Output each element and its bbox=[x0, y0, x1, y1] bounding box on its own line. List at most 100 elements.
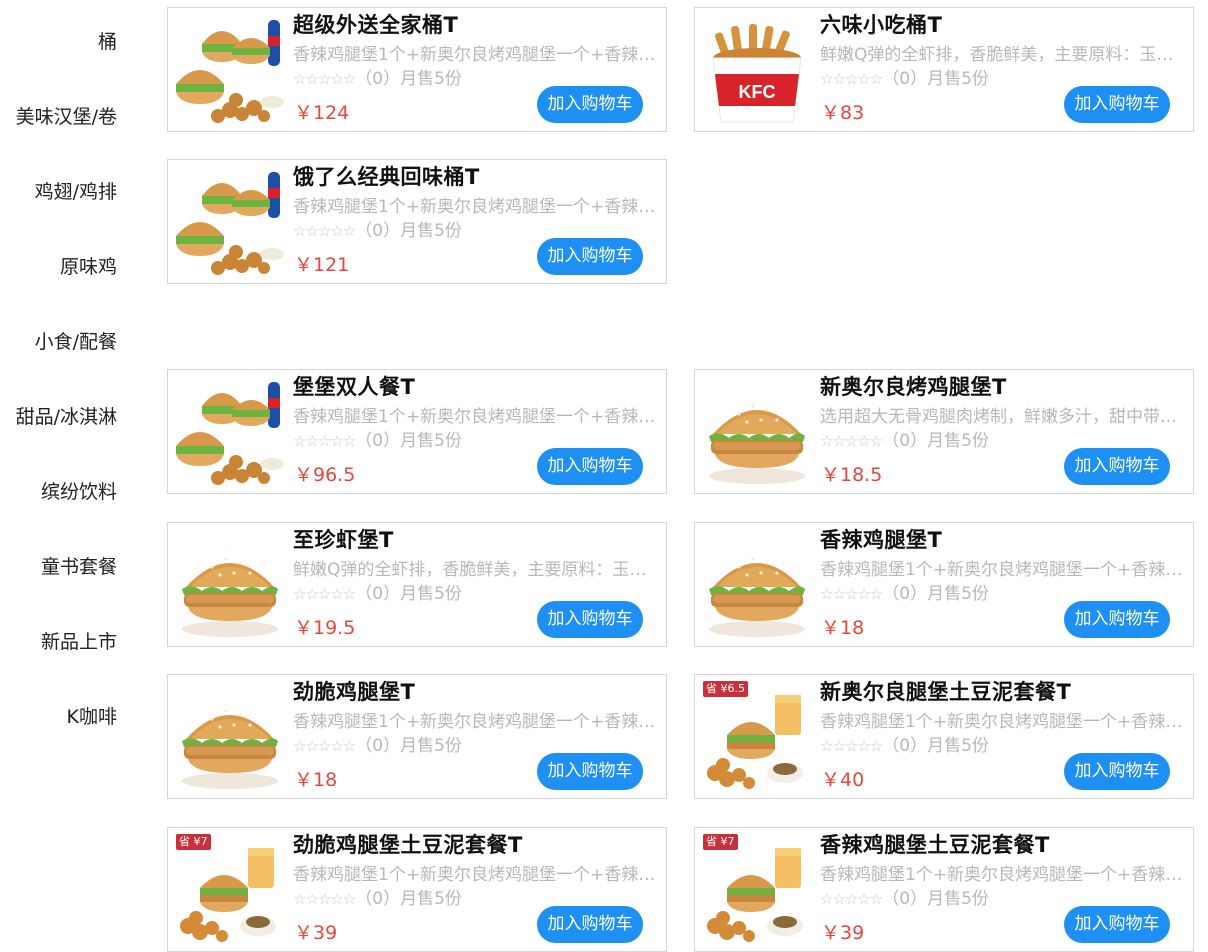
product-price: ￥83 bbox=[821, 102, 865, 124]
product-rating: ☆☆☆☆☆（0）月售5份 bbox=[293, 426, 462, 451]
product-price: ￥18 bbox=[821, 617, 865, 639]
product-card: 省 ¥7 香辣鸡腿堡土豆泥套餐T 香辣鸡腿堡1个+新奥尔良烤鸡腿堡一个+香辣鸡翅… bbox=[694, 827, 1194, 952]
product-card: 六味小吃桶T 鲜嫩Q弹的全虾排，香脆鲜美，主要原料：玉米粒、面包屑 ☆☆☆☆☆（… bbox=[694, 7, 1194, 132]
product-rating: ☆☆☆☆☆（0）月售5份 bbox=[293, 579, 462, 604]
star-rating-icon: ☆☆☆☆☆ bbox=[820, 70, 883, 88]
product-description: 香辣鸡腿堡1个+新奥尔良烤鸡腿堡一个+香辣鸡翅2块+劲爆鸡米花1份+薯条 bbox=[820, 712, 1188, 732]
product-description: 选用超大无骨鸡腿肉烤制，鲜嫩多汁，甜中带辣的新奥尔良风味 bbox=[820, 407, 1188, 427]
product-card: 新奥尔良烤鸡腿堡T 选用超大无骨鸡腿肉烤制，鲜嫩多汁，甜中带辣的新奥尔良风味 ☆… bbox=[694, 369, 1194, 494]
product-description: 香辣鸡腿堡1个+新奥尔良烤鸡腿堡一个+香辣鸡翅2块+劲爆鸡米花1份+薯条 bbox=[293, 865, 661, 885]
double-meal-image bbox=[172, 376, 288, 490]
product-description: 香辣鸡腿堡1个+新奥尔良烤鸡腿堡一个+香辣鸡翅2块+劲爆鸡米花1份+薯条 bbox=[293, 407, 661, 427]
product-title: 新奥尔良烤鸡腿堡T bbox=[820, 375, 1007, 399]
add-to-cart-button[interactable]: 加入购物车 bbox=[537, 753, 643, 790]
product-title: 劲脆鸡腿堡T bbox=[293, 680, 416, 704]
product-rating: ☆☆☆☆☆（0）月售5份 bbox=[820, 64, 989, 89]
add-to-cart-button[interactable]: 加入购物车 bbox=[537, 906, 643, 943]
spicy-combo-image bbox=[699, 834, 815, 948]
add-to-cart-button[interactable]: 加入购物车 bbox=[537, 238, 643, 275]
category-item-burgers[interactable]: 美味汉堡/卷 bbox=[16, 102, 117, 129]
star-rating-icon: ☆☆☆☆☆ bbox=[293, 585, 356, 603]
product-card: 超级外送全家桶T 香辣鸡腿堡1个+新奥尔良烤鸡腿堡一个+香辣鸡翅2块+劲爆鸡米花… bbox=[167, 7, 667, 132]
product-rating: ☆☆☆☆☆（0）月售5份 bbox=[820, 579, 989, 604]
discount-badge: 省 ¥7 bbox=[176, 834, 211, 850]
star-rating-icon: ☆☆☆☆☆ bbox=[293, 890, 356, 908]
product-card: 饿了么经典回味桶T 香辣鸡腿堡1个+新奥尔良烤鸡腿堡一个+香辣鸡翅2块+劲爆鸡米… bbox=[167, 159, 667, 284]
add-to-cart-button[interactable]: 加入购物车 bbox=[537, 448, 643, 485]
monthly-sales: （0）月售5份 bbox=[355, 584, 462, 604]
product-card: 省 ¥6.5 新奥尔良腿堡土豆泥套餐T 香辣鸡腿堡1个+新奥尔良烤鸡腿堡一个+香… bbox=[694, 674, 1194, 799]
category-item-bucket[interactable]: 桶 bbox=[98, 27, 117, 54]
star-rating-icon: ☆☆☆☆☆ bbox=[820, 737, 883, 755]
discount-badge: 省 ¥6.5 bbox=[703, 681, 748, 697]
monthly-sales: （0）月售5份 bbox=[882, 889, 989, 909]
classic-bucket-image bbox=[172, 166, 288, 280]
discount-badge: 省 ¥7 bbox=[703, 834, 738, 850]
add-to-cart-button[interactable]: 加入购物车 bbox=[1064, 86, 1170, 123]
product-card: 至珍虾堡T 鲜嫩Q弹的全虾排，香脆鲜美，主要原料：玉米粒、面包屑 ☆☆☆☆☆（0… bbox=[167, 522, 667, 647]
product-card: 堡堡双人餐T 香辣鸡腿堡1个+新奥尔良烤鸡腿堡一个+香辣鸡翅2块+劲爆鸡米花1份… bbox=[167, 369, 667, 494]
monthly-sales: （0）月售5份 bbox=[355, 221, 462, 241]
product-description: 香辣鸡腿堡1个+新奥尔良烤鸡腿堡一个+香辣鸡翅2块+劲爆鸡米花1份+薯条 bbox=[293, 45, 661, 65]
orleans-burger-image bbox=[699, 376, 815, 490]
product-title: 香辣鸡腿堡土豆泥套餐T bbox=[820, 833, 1050, 857]
star-rating-icon: ☆☆☆☆☆ bbox=[820, 890, 883, 908]
add-to-cart-button[interactable]: 加入购物车 bbox=[537, 601, 643, 638]
orleans-combo-image bbox=[699, 681, 815, 795]
product-rating: ☆☆☆☆☆（0）月售5份 bbox=[293, 731, 462, 756]
category-item-coffee[interactable]: K咖啡 bbox=[67, 702, 117, 729]
add-to-cart-button[interactable]: 加入购物车 bbox=[1064, 601, 1170, 638]
product-title: 劲脆鸡腿堡土豆泥套餐T bbox=[293, 833, 523, 857]
product-price: ￥19.5 bbox=[294, 617, 356, 639]
monthly-sales: （0）月售5份 bbox=[355, 889, 462, 909]
shrimp-burger-image bbox=[172, 529, 288, 643]
product-card: 劲脆鸡腿堡T 香辣鸡腿堡1个+新奥尔良烤鸡腿堡一个+香辣鸡翅2块+劲爆鸡米花1份… bbox=[167, 674, 667, 799]
spicy-burger-image bbox=[699, 529, 815, 643]
product-price: ￥121 bbox=[294, 254, 350, 276]
category-item-wings[interactable]: 鸡翅/鸡排 bbox=[35, 177, 117, 204]
category-item-desserts[interactable]: 甜品/冰淇淋 bbox=[16, 402, 117, 429]
category-item-drinks[interactable]: 缤纷饮料 bbox=[41, 477, 117, 504]
product-price: ￥96.5 bbox=[294, 464, 356, 486]
category-item-kids[interactable]: 童书套餐 bbox=[41, 552, 117, 579]
product-price: ￥40 bbox=[821, 769, 865, 791]
product-card: 省 ¥7 劲脆鸡腿堡土豆泥套餐T 香辣鸡腿堡1个+新奥尔良烤鸡腿堡一个+香辣鸡翅… bbox=[167, 827, 667, 952]
star-rating-icon: ☆☆☆☆☆ bbox=[293, 222, 356, 240]
family-bucket-image bbox=[172, 14, 288, 128]
product-rating: ☆☆☆☆☆（0）月售5份 bbox=[293, 64, 462, 89]
product-title: 至珍虾堡T bbox=[293, 528, 394, 552]
star-rating-icon: ☆☆☆☆☆ bbox=[820, 585, 883, 603]
product-title: 超级外送全家桶T bbox=[293, 13, 459, 37]
add-to-cart-button[interactable]: 加入购物车 bbox=[537, 86, 643, 123]
product-price: ￥124 bbox=[294, 102, 350, 124]
add-to-cart-button[interactable]: 加入购物车 bbox=[1064, 448, 1170, 485]
product-rating: ☆☆☆☆☆（0）月售5份 bbox=[820, 884, 989, 909]
monthly-sales: （0）月售5份 bbox=[882, 584, 989, 604]
product-title: 六味小吃桶T bbox=[820, 13, 943, 37]
product-description: 香辣鸡腿堡1个+新奥尔良烤鸡腿堡一个+香辣鸡翅2块+劲爆鸡米花1份+薯条 bbox=[293, 197, 661, 217]
product-price: ￥18 bbox=[294, 769, 338, 791]
product-description: 鲜嫩Q弹的全虾排，香脆鲜美，主要原料：玉米粒、面包屑 bbox=[820, 45, 1188, 65]
category-item-original[interactable]: 原味鸡 bbox=[60, 252, 117, 279]
star-rating-icon: ☆☆☆☆☆ bbox=[293, 432, 356, 450]
add-to-cart-button[interactable]: 加入购物车 bbox=[1064, 906, 1170, 943]
monthly-sales: （0）月售5份 bbox=[882, 431, 989, 451]
product-rating: ☆☆☆☆☆（0）月售5份 bbox=[293, 216, 462, 241]
product-rating: ☆☆☆☆☆（0）月售5份 bbox=[820, 426, 989, 451]
product-rating: ☆☆☆☆☆（0）月售5份 bbox=[820, 731, 989, 756]
category-item-snacks[interactable]: 小食/配餐 bbox=[35, 327, 117, 354]
kfc-snack-bucket-image bbox=[699, 14, 815, 128]
product-card: 香辣鸡腿堡T 香辣鸡腿堡1个+新奥尔良烤鸡腿堡一个+香辣鸡翅2块+劲爆鸡米花1份… bbox=[694, 522, 1194, 647]
product-title: 饿了么经典回味桶T bbox=[293, 165, 480, 189]
monthly-sales: （0）月售5份 bbox=[882, 69, 989, 89]
star-rating-icon: ☆☆☆☆☆ bbox=[293, 737, 356, 755]
monthly-sales: （0）月售5份 bbox=[355, 736, 462, 756]
product-price: ￥18.5 bbox=[821, 464, 883, 486]
add-to-cart-button[interactable]: 加入购物车 bbox=[1064, 753, 1170, 790]
category-item-new[interactable]: 新品上市 bbox=[41, 627, 117, 654]
monthly-sales: （0）月售5份 bbox=[355, 431, 462, 451]
star-rating-icon: ☆☆☆☆☆ bbox=[293, 70, 356, 88]
product-title: 堡堡双人餐T bbox=[293, 375, 416, 399]
product-rating: ☆☆☆☆☆（0）月售5份 bbox=[293, 884, 462, 909]
product-description: 香辣鸡腿堡1个+新奥尔良烤鸡腿堡一个+香辣鸡翅2块+劲爆鸡米花1份+薯条 bbox=[820, 560, 1188, 580]
